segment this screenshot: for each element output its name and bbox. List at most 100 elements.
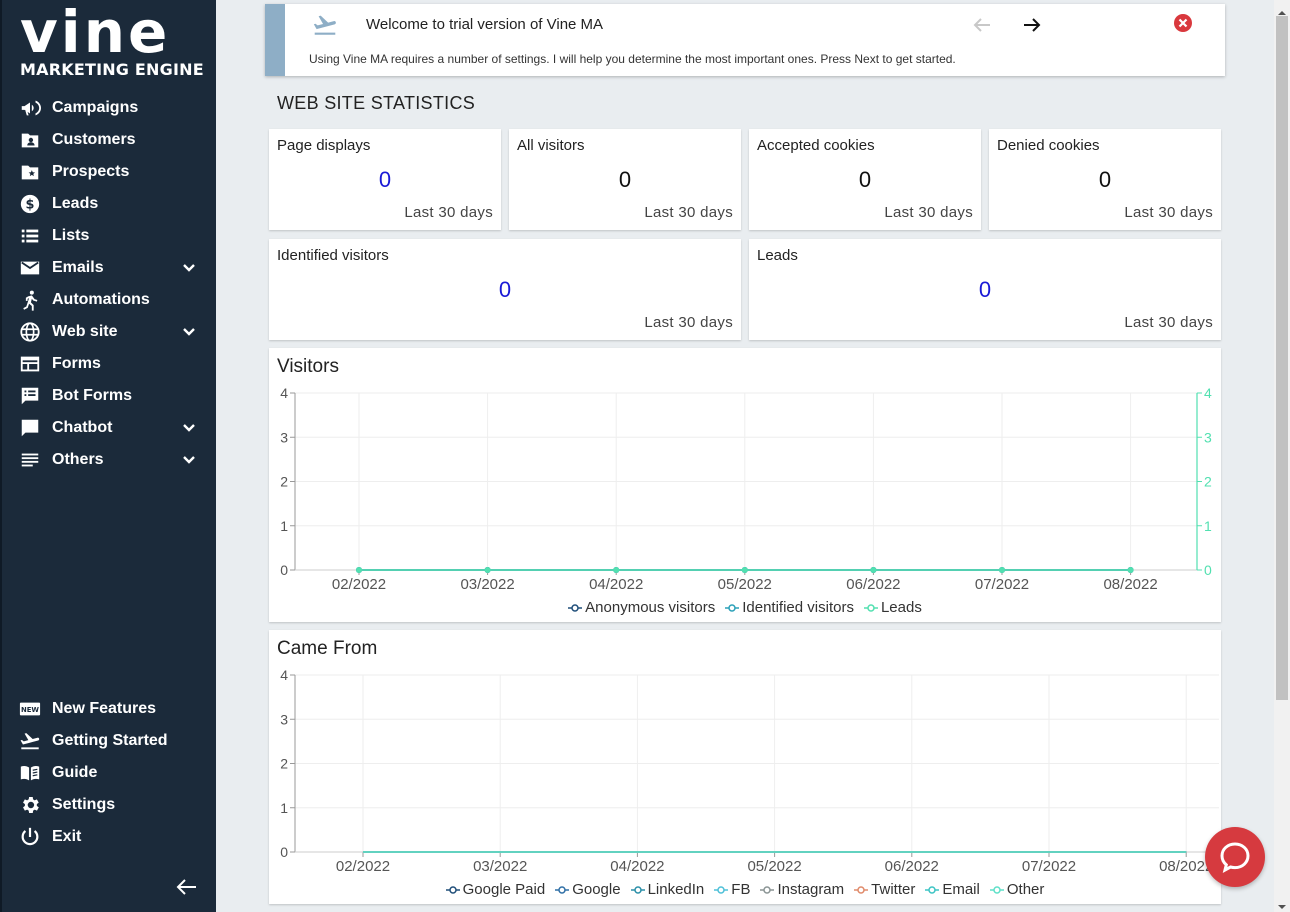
sidebar-item-exit[interactable]: Exit: [18, 824, 198, 850]
legend-marker-icon: [989, 885, 1004, 894]
x-axis-tick-label: 04/2022: [589, 576, 643, 593]
y-axis-tick-label: 3: [280, 429, 288, 445]
sidebar-item-website[interactable]: Web site: [18, 319, 198, 345]
sidebar-item-label: Others: [52, 451, 104, 468]
scrollbar-thumb[interactable]: [1276, 16, 1288, 700]
chat-bubble-icon: [1220, 842, 1250, 873]
chevron-down-icon[interactable]: [180, 323, 198, 341]
chevron-down-icon[interactable]: [180, 259, 198, 277]
gear-icon: [18, 794, 42, 816]
welcome-banner: Welcome to trial version of Vine MA Usin…: [265, 4, 1225, 76]
stat-card-accepted-cookies: Accepted cookies 0 Last 30 days: [749, 129, 981, 230]
close-banner-button[interactable]: [1174, 14, 1192, 32]
sidebar-item-bot-forms[interactable]: Bot Forms: [18, 383, 198, 409]
globe-icon: [18, 321, 42, 343]
sidebar-item-label: Campaigns: [52, 99, 139, 116]
legend-label: Leads: [880, 599, 922, 616]
legend-item[interactable]: Instagram: [760, 881, 844, 898]
brand-logo[interactable]: vine: [20, 2, 170, 62]
stat-label: All visitors: [517, 137, 585, 154]
sidebar-item-getting-started[interactable]: Getting Started: [18, 728, 198, 754]
y2-axis-tick-label: 1: [1204, 518, 1212, 534]
legend-item[interactable]: Google: [555, 881, 621, 898]
x-axis-tick-label: 05/2022: [747, 858, 801, 875]
legend-marker-icon: [863, 603, 878, 612]
stat-card-leads: Leads 0 Last 30 days: [749, 239, 1221, 340]
legend-label: Identified visitors: [742, 599, 854, 616]
legend-item[interactable]: Email: [925, 881, 980, 898]
legend-item[interactable]: Anonymous visitors: [568, 599, 715, 616]
legend-label: Other: [1006, 881, 1045, 898]
legend-item[interactable]: LinkedIn: [630, 881, 704, 898]
next-button[interactable]: [1021, 14, 1043, 36]
sidebar-item-lists[interactable]: Lists: [18, 223, 198, 249]
legend-item[interactable]: FB: [714, 881, 750, 898]
legend-marker-icon: [445, 885, 460, 894]
arrow-left-icon: [973, 18, 990, 32]
legend-label: Google: [572, 881, 621, 898]
sidebar-item-leads[interactable]: $ Leads: [18, 191, 198, 217]
y-axis-tick-label: 1: [280, 800, 288, 816]
sidebar-item-prospects[interactable]: Prospects: [18, 159, 198, 185]
legend-item[interactable]: Twitter: [854, 881, 915, 898]
bot-form-icon: [18, 385, 42, 407]
chevron-down-icon[interactable]: [180, 451, 198, 469]
stat-period: Last 30 days: [1124, 204, 1213, 221]
x-axis-tick-label: 05/2022: [718, 576, 772, 593]
legend-item[interactable]: Other: [989, 881, 1045, 898]
sidebar-item-campaigns[interactable]: Campaigns: [18, 95, 198, 121]
scroll-down-arrow[interactable]: [1278, 898, 1286, 909]
legend-item[interactable]: Leads: [863, 599, 922, 616]
stat-value[interactable]: 0: [749, 277, 1221, 303]
plane-takeoff-icon: [18, 730, 42, 752]
sidebar-item-guide[interactable]: Guide: [18, 760, 198, 786]
y-axis-tick-label: 2: [280, 756, 288, 772]
collapse-sidebar-button[interactable]: [174, 874, 200, 900]
y-axis-tick-label: 4: [280, 385, 288, 401]
x-axis-tick-label: 04/2022: [610, 858, 664, 875]
chart-legend: Anonymous visitors Identified visitors Lea…: [269, 599, 1221, 616]
legend-marker-icon: [854, 885, 869, 894]
stat-card-identified-visitors: Identified visitors 0 Last 30 days: [269, 239, 741, 340]
sidebar-item-emails[interactable]: Emails: [18, 255, 198, 281]
sidebar-item-forms[interactable]: Forms: [18, 351, 198, 377]
sidebar-item-label: Emails: [52, 259, 104, 276]
sidebar-item-label: Bot Forms: [52, 387, 132, 404]
legend-marker-icon: [555, 885, 570, 894]
previous-button[interactable]: [971, 14, 993, 36]
data-point: [999, 567, 1005, 573]
sidebar-item-label: Customers: [52, 131, 136, 148]
y-axis-tick-label: 3: [280, 711, 288, 727]
sidebar-item-label: Getting Started: [52, 732, 168, 749]
sidebar-item-customers[interactable]: Customers: [18, 127, 198, 153]
power-icon: [18, 826, 42, 848]
legend-marker-icon: [630, 885, 645, 894]
folder-star-icon: [18, 161, 42, 183]
stat-label: Page displays: [277, 137, 371, 154]
legend-item[interactable]: Google Paid: [445, 881, 545, 898]
svg-text:$: $: [26, 198, 35, 213]
stat-value[interactable]: 0: [269, 167, 501, 193]
legend-label: Instagram: [777, 881, 845, 898]
legend-item[interactable]: Identified visitors: [725, 599, 854, 616]
sidebar-item-chatbot[interactable]: Chatbot: [18, 415, 198, 441]
y-axis-tick-label: 4: [280, 667, 288, 683]
stat-value[interactable]: 0: [269, 277, 741, 303]
scroll-up-arrow[interactable]: [1278, 4, 1286, 15]
chevron-down-icon[interactable]: [180, 419, 198, 437]
sidebar-item-settings[interactable]: Settings: [18, 792, 198, 818]
chat-icon: [18, 417, 42, 439]
stat-label: Accepted cookies: [757, 137, 875, 154]
sidebar-item-automations[interactable]: Automations: [18, 287, 198, 313]
main-content: Welcome to trial version of Vine MA Usin…: [216, 0, 1274, 912]
close-icon: [1178, 18, 1188, 28]
y-axis-tick-label: 0: [280, 562, 288, 578]
sidebar-item-others[interactable]: Others: [18, 447, 198, 473]
data-point: [484, 567, 491, 573]
sidebar-item-new-features[interactable]: NEW New Features: [18, 696, 198, 722]
chart-legend: Google Paid Google LinkedIn FB Instagram Twit…: [269, 881, 1221, 898]
chat-launcher-button[interactable]: [1205, 827, 1265, 887]
data-point: [356, 567, 362, 573]
stat-card-page-displays: Page displays 0 Last 30 days: [269, 129, 501, 230]
legend-label: Anonymous visitors: [585, 599, 716, 616]
